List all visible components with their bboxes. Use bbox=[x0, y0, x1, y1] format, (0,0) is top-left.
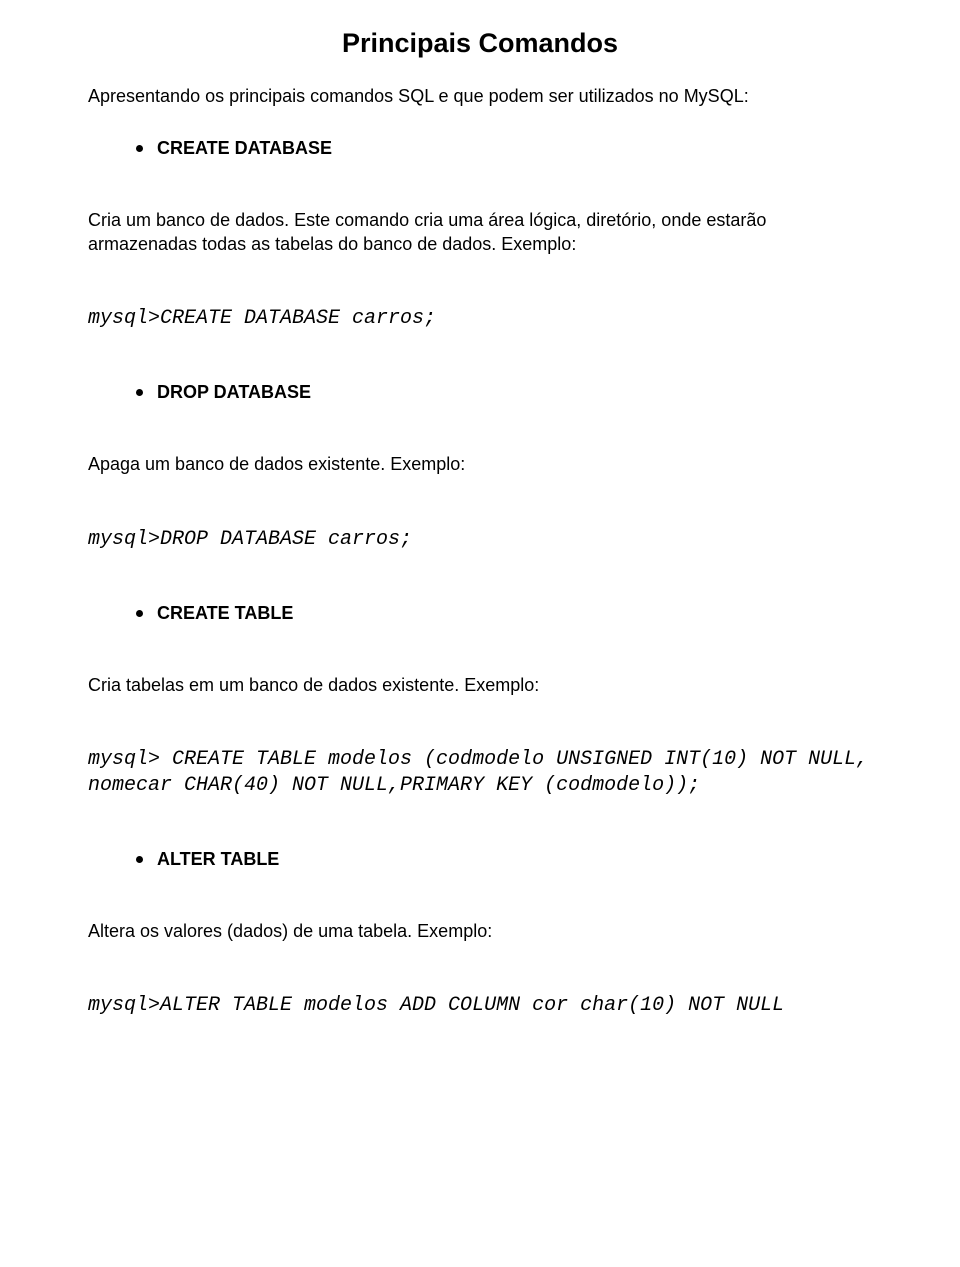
bullet-label: CREATE DATABASE bbox=[157, 138, 332, 159]
bullet-icon bbox=[136, 389, 143, 396]
code-drop-database: mysql>DROP DATABASE carros; bbox=[88, 527, 872, 553]
bullet-icon bbox=[136, 610, 143, 617]
intro-paragraph: Apresentando os principais comandos SQL … bbox=[88, 85, 872, 108]
code-alter-table: mysql>ALTER TABLE modelos ADD COLUMN cor… bbox=[88, 993, 872, 1019]
bullet-label: DROP DATABASE bbox=[157, 382, 311, 403]
bullet-create-table: CREATE TABLE bbox=[136, 603, 872, 624]
bullet-label: ALTER TABLE bbox=[157, 849, 279, 870]
code-create-database: mysql>CREATE DATABASE carros; bbox=[88, 306, 872, 332]
page-title: Principais Comandos bbox=[88, 28, 872, 59]
bullet-icon bbox=[136, 145, 143, 152]
bullet-drop-database: DROP DATABASE bbox=[136, 382, 872, 403]
bullet-create-database: CREATE DATABASE bbox=[136, 138, 872, 159]
desc-create-database: Cria um banco de dados. Este comando cri… bbox=[88, 209, 872, 256]
bullet-alter-table: ALTER TABLE bbox=[136, 849, 872, 870]
code-create-table: mysql> CREATE TABLE modelos (codmodelo U… bbox=[88, 747, 872, 799]
bullet-label: CREATE TABLE bbox=[157, 603, 293, 624]
desc-create-table: Cria tabelas em um banco de dados existe… bbox=[88, 674, 872, 697]
bullet-icon bbox=[136, 856, 143, 863]
desc-drop-database: Apaga um banco de dados existente. Exemp… bbox=[88, 453, 872, 476]
desc-alter-table: Altera os valores (dados) de uma tabela.… bbox=[88, 920, 872, 943]
